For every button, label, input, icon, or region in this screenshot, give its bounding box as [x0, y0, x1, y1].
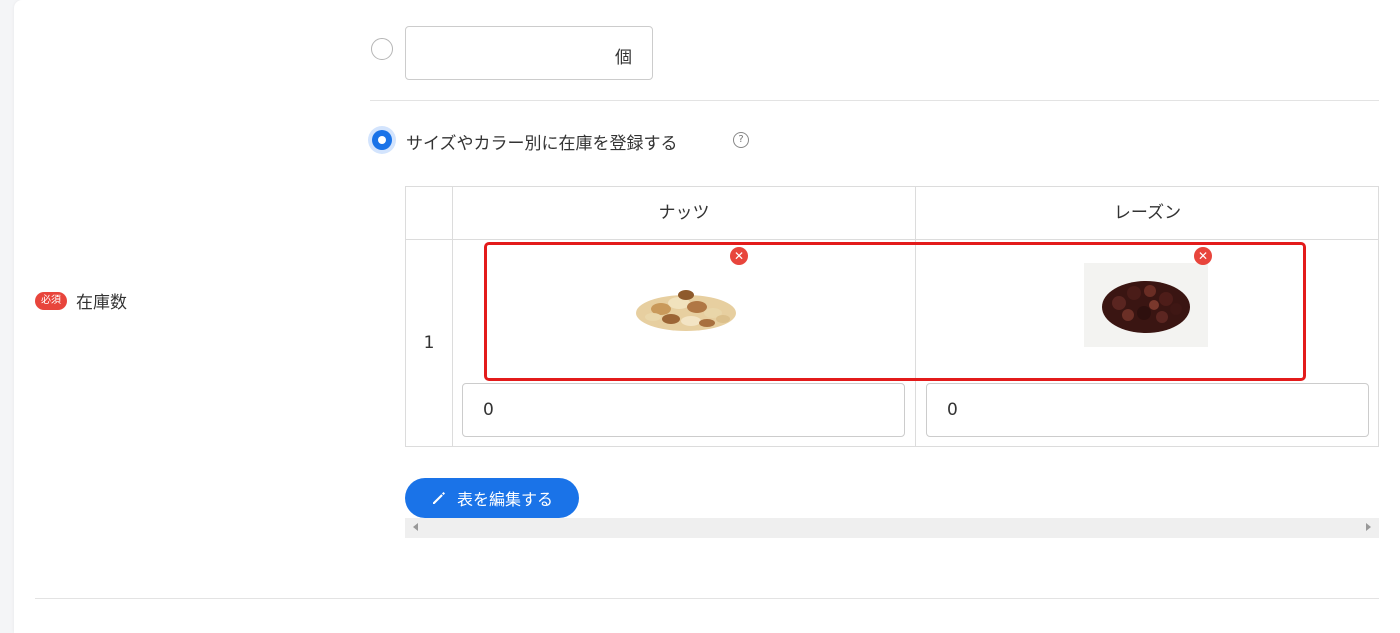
stock-field-label: 必須 在庫数 — [35, 288, 127, 313]
scroll-left-icon[interactable] — [413, 523, 418, 531]
stock-input-raisins[interactable]: 0 — [926, 383, 1369, 437]
radio-simple-stock[interactable] — [371, 38, 393, 60]
divider — [35, 598, 1379, 599]
stock-input-nuts[interactable]: 0 — [462, 383, 905, 437]
image-highlight-box — [484, 242, 1306, 381]
field-label-text: 在庫数 — [76, 293, 127, 313]
unit-label: 個 — [615, 48, 632, 68]
variant-option-label[interactable]: サイズやカラー別に在庫を登録する — [406, 129, 678, 154]
required-badge: 必須 — [35, 291, 67, 310]
stock-quantity-input[interactable]: 個 — [405, 26, 653, 80]
column-header-nuts: ナッツ — [658, 203, 710, 223]
row-number: 1 — [423, 333, 435, 353]
edit-table-button[interactable]: 表を編集する — [405, 478, 579, 518]
horizontal-scrollbar[interactable] — [405, 518, 1379, 538]
edit-table-label: 表を編集する — [456, 490, 553, 509]
column-header-raisins: レーズン — [1113, 203, 1182, 223]
radio-variant-stock[interactable] — [368, 126, 396, 154]
question-circle-icon[interactable]: ? — [733, 132, 749, 148]
divider — [370, 100, 1379, 101]
pencil-icon — [431, 490, 447, 506]
scroll-right-icon[interactable] — [1366, 523, 1371, 531]
